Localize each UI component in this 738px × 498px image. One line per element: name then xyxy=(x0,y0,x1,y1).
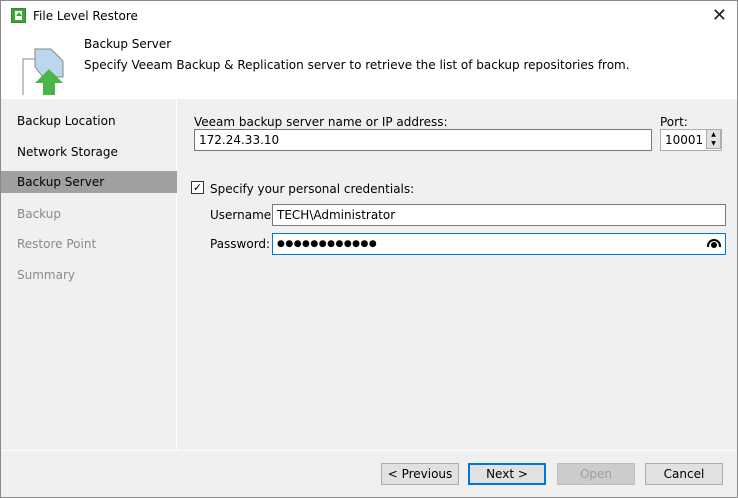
spin-down-icon[interactable]: ▼ xyxy=(707,139,720,148)
password-label: Password: xyxy=(210,237,271,251)
page-title: Backup Server xyxy=(84,37,172,51)
wizard-steps: Backup Location Network Storage Backup S… xyxy=(1,99,177,450)
previous-button[interactable]: < Previous xyxy=(381,463,459,485)
step-restore-point: Restore Point xyxy=(17,237,97,251)
show-password-icon[interactable] xyxy=(707,239,721,248)
close-icon[interactable]: ✕ xyxy=(712,5,727,26)
port-stepper[interactable]: ▲ ▼ xyxy=(706,129,721,149)
password-input[interactable]: ●●●●●●●●●●●● xyxy=(272,233,726,255)
credentials-checkbox[interactable]: ✓ xyxy=(191,181,204,194)
credentials-label: Specify your personal credentials: xyxy=(210,182,415,196)
title-bar: File Level Restore ✕ xyxy=(1,1,737,31)
app-icon xyxy=(11,8,26,23)
window-title: File Level Restore xyxy=(33,9,138,23)
footer-divider xyxy=(1,450,737,451)
username-input[interactable]: TECH\Administrator xyxy=(272,204,726,226)
wizard-header: Backup Server Specify Veeam Backup & Rep… xyxy=(1,31,737,99)
page-description: Specify Veeam Backup & Replication serve… xyxy=(84,58,630,72)
step-summary: Summary xyxy=(17,268,75,282)
username-label: Username: xyxy=(210,208,276,222)
next-button[interactable]: Next > xyxy=(468,463,546,485)
step-backup-server[interactable]: Backup Server xyxy=(1,171,177,193)
cancel-button[interactable]: Cancel xyxy=(645,463,723,485)
restore-file-icon xyxy=(22,48,64,95)
open-button: Open xyxy=(557,463,635,485)
spin-up-icon[interactable]: ▲ xyxy=(707,130,720,139)
server-input[interactable]: 172.24.33.10 xyxy=(194,129,652,151)
step-backup-location[interactable]: Backup Location xyxy=(1,110,177,132)
file-level-restore-window: File Level Restore ✕ Backup Server Speci… xyxy=(0,0,738,498)
step-network-storage[interactable]: Network Storage xyxy=(1,141,177,163)
step-backup: Backup xyxy=(17,207,61,221)
server-label: Veeam backup server name or IP address: xyxy=(194,115,448,129)
port-label: Port: xyxy=(660,115,688,129)
